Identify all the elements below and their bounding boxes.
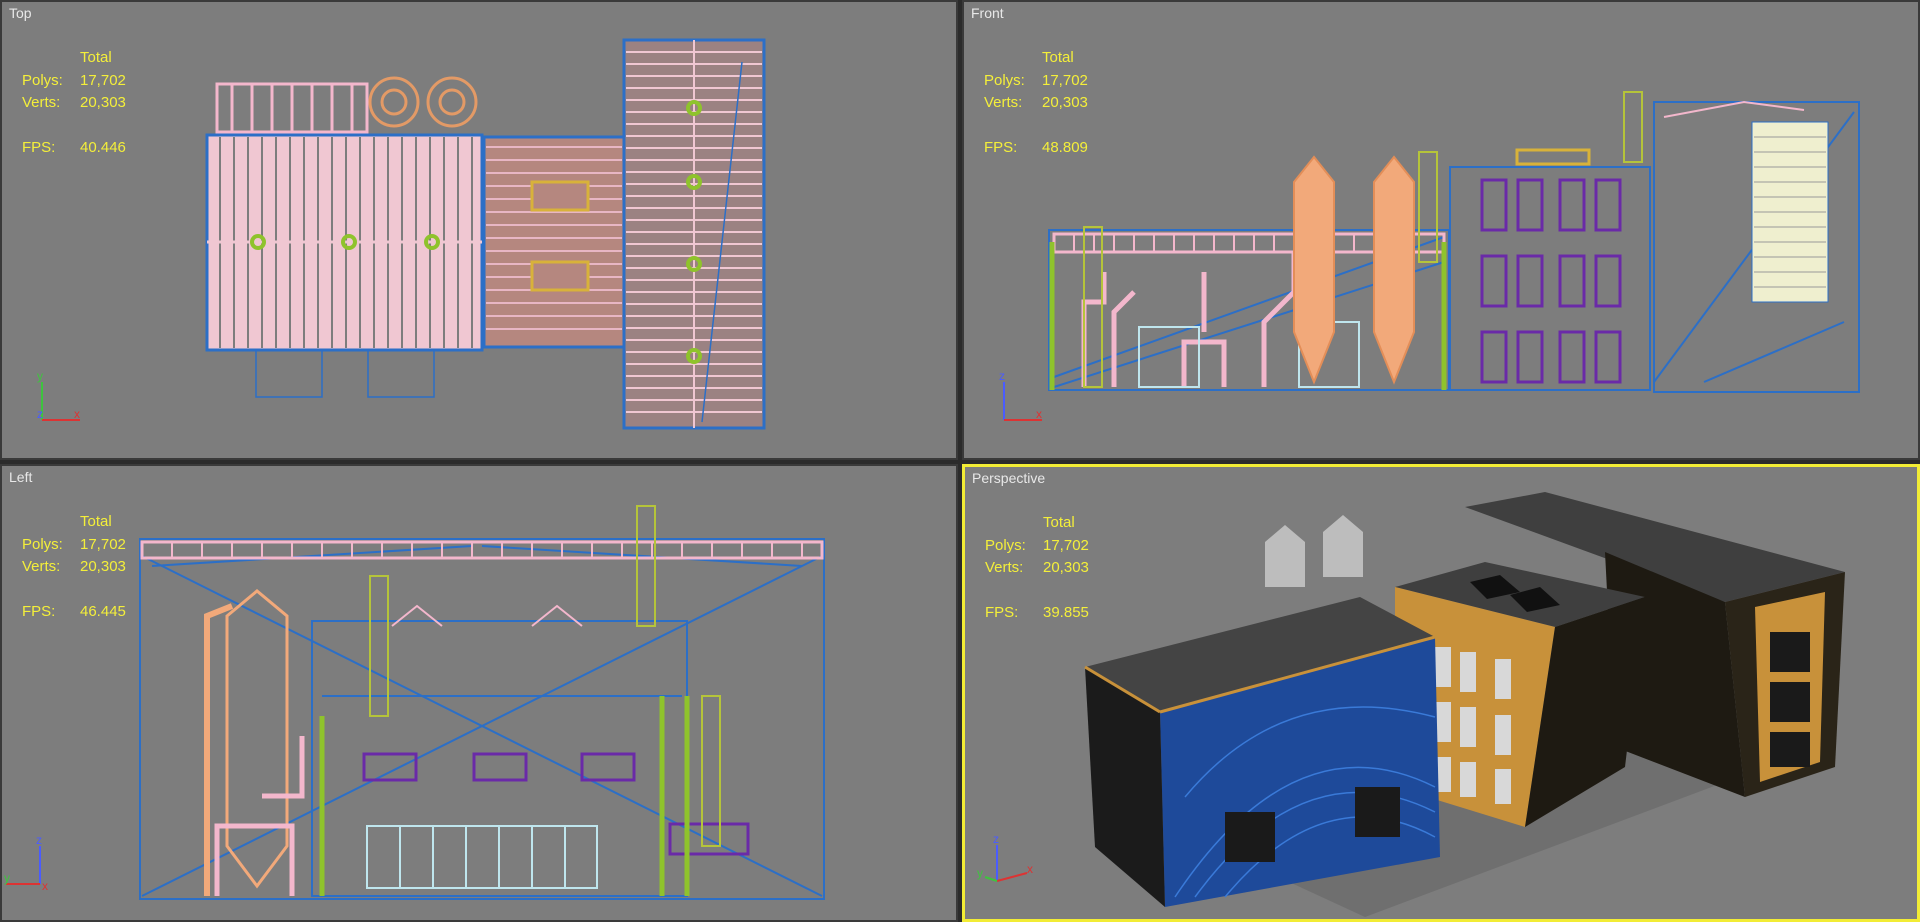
verts-label: Verts: xyxy=(22,94,61,111)
viewport-label[interactable]: Top xyxy=(9,5,32,21)
axis-tripod-icon: z y x xyxy=(4,834,48,893)
polys-label: Polys: xyxy=(985,536,1026,554)
axis-x-label: x xyxy=(1036,407,1042,421)
polys-value: 17,702 xyxy=(1043,536,1089,554)
polys-value: 17,702 xyxy=(1042,71,1088,89)
polys-value: 17,702 xyxy=(80,535,126,553)
stats-header: Total xyxy=(80,49,112,66)
axis-z-label: z xyxy=(37,407,43,421)
axis-z-label: z xyxy=(999,370,1005,383)
stats-overlay: Total Polys: 17,702 Verts: 20,303 FPS: 48.8… xyxy=(984,47,1112,159)
fps-label: FPS: xyxy=(984,138,1018,156)
axis-tripod-icon: z x y xyxy=(977,833,1033,882)
stats-header: Total xyxy=(1043,514,1075,531)
axis-y-label: y xyxy=(977,866,983,880)
axis-x-label: x xyxy=(42,879,48,893)
viewport-grid: y x z Top Total Polys: 17,702 Verts: 20,303 … xyxy=(0,0,1920,922)
verts-value: 20,303 xyxy=(80,94,126,111)
viewport-top[interactable]: y x z Top Total Polys: 17,702 Verts: 20,303 … xyxy=(0,0,958,460)
polys-label: Polys: xyxy=(22,535,63,553)
fps-label: FPS: xyxy=(22,138,56,156)
axis-tripod-icon: zx xyxy=(999,370,1042,421)
polys-value: 17,702 xyxy=(80,71,126,89)
axis-y-label: y xyxy=(4,871,10,885)
verts-label: Verts: xyxy=(985,559,1024,576)
axis-z-label: z xyxy=(993,833,999,846)
verts-value: 20,303 xyxy=(1042,94,1088,111)
viewport-perspective[interactable]: z x y Perspective Total Polys: 17,702 Verts… xyxy=(962,464,1920,922)
fps-value: 48.809 xyxy=(1042,138,1088,156)
polys-label: Polys: xyxy=(984,71,1025,89)
axis-tripod-icon: y x z xyxy=(37,370,80,421)
fps-label: FPS: xyxy=(985,603,1019,621)
stats-header: Total xyxy=(80,513,112,530)
viewport-left[interactable]: z y x Left Total Polys: 17,702 Verts: 20,303… xyxy=(0,464,958,922)
viewport-label[interactable]: Front xyxy=(971,5,1004,21)
verts-value: 20,303 xyxy=(80,558,126,575)
verts-value: 20,303 xyxy=(1043,559,1089,576)
polys-label: Polys: xyxy=(22,71,63,89)
fps-value: 46.445 xyxy=(80,602,126,620)
fps-value: 39.855 xyxy=(1043,603,1089,621)
verts-label: Verts: xyxy=(22,558,61,575)
axis-z-label: z xyxy=(36,834,42,847)
stats-overlay: Total Polys: 17,702 Verts: 20,303 FPS: 46.4… xyxy=(22,511,150,623)
axis-x-label: x xyxy=(74,407,80,421)
viewport-label[interactable]: Perspective xyxy=(972,470,1045,486)
stats-overlay: Total Polys: 17,702 Verts: 20,303 FPS: 40.4… xyxy=(22,47,150,159)
viewport-front[interactable]: zx Front Total Polys: 17,702 Verts: 20,303… xyxy=(962,0,1920,460)
viewport-label[interactable]: Left xyxy=(9,469,32,485)
fps-label: FPS: xyxy=(22,602,56,620)
stats-header: Total xyxy=(1042,49,1074,66)
verts-label: Verts: xyxy=(984,94,1023,111)
axis-x-label: x xyxy=(1027,862,1033,876)
fps-value: 40.446 xyxy=(80,138,126,156)
axis-y-label: y xyxy=(37,370,43,383)
stats-overlay: Total Polys: 17,702 Verts: 20,303 FPS: 39.8… xyxy=(985,512,1113,624)
